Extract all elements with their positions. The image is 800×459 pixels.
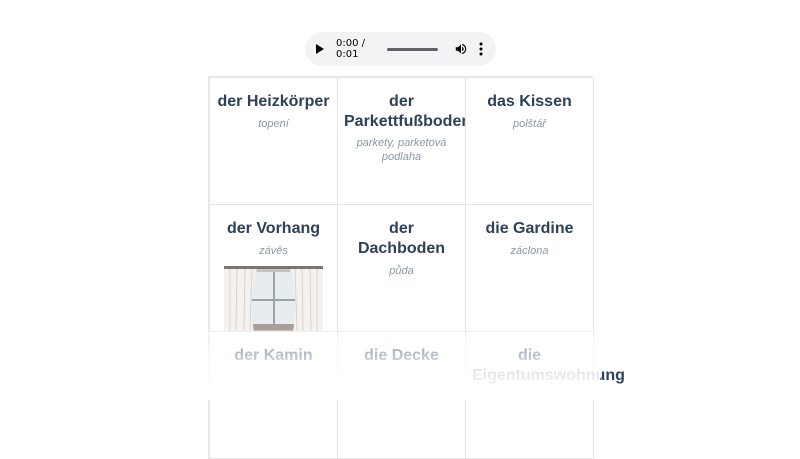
vocab-card[interactable]: der Kamin bbox=[209, 331, 338, 459]
volume-icon[interactable] bbox=[454, 42, 468, 56]
audio-time: 0:00 / 0:01 bbox=[336, 38, 366, 60]
vocab-card[interactable]: das Kissen polštář bbox=[465, 77, 594, 205]
card-translation: parkety, parketová podlaha bbox=[356, 137, 447, 163]
vocab-card[interactable]: die Eigentumswohnung bbox=[465, 331, 625, 459]
vocab-card[interactable]: der Parkettfußboden parkety, parketová p… bbox=[337, 77, 472, 205]
vocab-card[interactable]: der Vorhang závěs bbox=[209, 204, 338, 332]
card-word: der Parkettfußboden bbox=[344, 93, 472, 130]
audio-progress-slider[interactable] bbox=[387, 47, 438, 51]
vocab-card[interactable]: der Heizkörper topení bbox=[209, 77, 338, 205]
card-translation: závěs bbox=[259, 245, 288, 257]
vocab-card[interactable]: die Gardine záclona bbox=[465, 204, 594, 332]
play-icon[interactable] bbox=[316, 44, 324, 54]
card-translation: půda bbox=[389, 265, 414, 277]
card-translation: polštář bbox=[512, 118, 547, 130]
card-word: der Heizkörper bbox=[217, 93, 330, 110]
vocab-card[interactable]: der Dachboden půda bbox=[337, 204, 466, 332]
card-translation: záclona bbox=[510, 245, 549, 257]
card-word: der Vorhang bbox=[226, 220, 321, 237]
card-word: die Gardine bbox=[485, 220, 574, 237]
audio-player[interactable]: 0:00 / 0:01 bbox=[305, 32, 496, 66]
card-word: das Kissen bbox=[487, 93, 572, 110]
curtain-image bbox=[224, 266, 323, 332]
card-word: die Eigentumswohnung bbox=[472, 347, 625, 384]
card-word: der Dachboden bbox=[357, 220, 446, 257]
card-word: die Decke bbox=[364, 347, 439, 364]
vocab-card[interactable]: die Decke bbox=[337, 331, 466, 459]
card-translation: topení bbox=[258, 118, 289, 130]
vocabulary-grid: der Heizkörper topení der Parkettfußbode… bbox=[208, 76, 625, 459]
more-options-icon[interactable] bbox=[479, 42, 483, 56]
card-word: der Kamin bbox=[234, 347, 313, 364]
